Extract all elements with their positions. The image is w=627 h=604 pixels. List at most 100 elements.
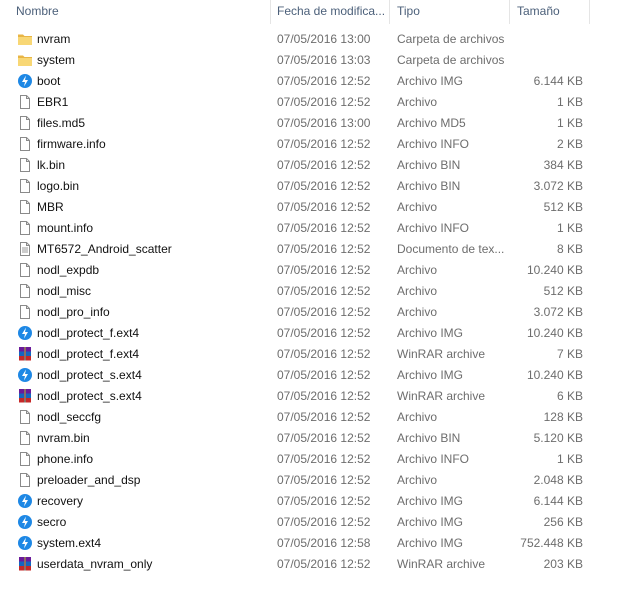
file-type: Archivo BIN (397, 158, 461, 172)
img-file-icon (17, 493, 33, 509)
column-header-type[interactable]: Tipo (391, 0, 507, 24)
file-icon (17, 94, 33, 110)
folder-icon (17, 52, 33, 68)
file-size (500, 29, 583, 50)
file-icon (17, 220, 33, 236)
file-row[interactable]: nvram.bin 07/05/2016 12:52 Archivo BIN 5.12… (0, 428, 627, 449)
file-date: 07/05/2016 12:52 (277, 305, 371, 319)
img-file-icon (17, 367, 33, 383)
file-size: 10.240 KB (526, 263, 583, 277)
file-name: recovery (37, 494, 84, 508)
file-type: WinRAR archive (397, 347, 486, 361)
file-name: nodl_seccfg (37, 410, 102, 424)
file-name: nodl_expdb (37, 263, 100, 277)
file-row[interactable]: MBR 07/05/2016 12:52 Archivo 512 KB (0, 197, 627, 218)
file-row[interactable]: firmware.info 07/05/2016 12:52 Archivo INF… (0, 134, 627, 155)
file-size: 1 KB (556, 95, 583, 109)
file-name: nodl_protect_f.ext4 (37, 347, 140, 361)
file-date: 07/05/2016 12:52 (277, 263, 371, 277)
file-row[interactable]: secro 07/05/2016 12:52 Archivo IMG 256 KB (0, 512, 627, 533)
file-row[interactable]: mount.info 07/05/2016 12:52 Archivo INFO 1 … (0, 218, 627, 239)
winrar-icon (17, 388, 33, 404)
file-row[interactable]: nodl_misc 07/05/2016 12:52 Archivo 512 KB (0, 281, 627, 302)
file-date: 07/05/2016 12:52 (277, 431, 371, 445)
file-date: 07/05/2016 12:52 (277, 242, 371, 256)
column-header-date[interactable]: Fecha de modifica... (271, 0, 389, 24)
file-row[interactable]: nodl_protect_f.ext4 07/05/2016 12:52 Archi… (0, 323, 627, 344)
file-size: 6.144 KB (533, 494, 583, 508)
file-row[interactable]: nodl_seccfg 07/05/2016 12:52 Archivo 128 KB (0, 407, 627, 428)
file-name: lk.bin (37, 158, 66, 172)
file-type: WinRAR archive (397, 389, 486, 403)
file-name: phone.info (37, 452, 94, 466)
file-name: nodl_protect_f.ext4 (37, 326, 140, 340)
file-type: Archivo (397, 284, 438, 298)
file-name: userdata_nvram_only (37, 557, 153, 571)
file-size: 512 KB (543, 200, 583, 214)
file-row[interactable]: logo.bin 07/05/2016 12:52 Archivo BIN 3.072… (0, 176, 627, 197)
file-row[interactable]: nodl_protect_s.ext4 07/05/2016 12:52 WinRA… (0, 386, 627, 407)
file-type: Carpeta de archivos (397, 32, 505, 46)
column-divider[interactable] (509, 0, 510, 24)
file-row[interactable]: boot 07/05/2016 12:52 Archivo IMG 6.144 KB (0, 71, 627, 92)
file-row[interactable]: system.ext4 07/05/2016 12:58 Archivo IMG 75… (0, 533, 627, 554)
img-file-icon (17, 325, 33, 341)
file-row[interactable]: phone.info 07/05/2016 12:52 Archivo INFO 1 … (0, 449, 627, 470)
file-row[interactable]: files.md5 07/05/2016 13:00 Archivo MD5 1 KB (0, 113, 627, 134)
file-row[interactable]: nodl_protect_s.ext4 07/05/2016 12:52 Archi… (0, 365, 627, 386)
column-header-name[interactable]: Nombre (10, 0, 268, 24)
folder-icon (17, 31, 33, 47)
winrar-icon (17, 556, 33, 572)
file-row[interactable]: nodl_expdb 07/05/2016 12:52 Archivo 10.240 … (0, 260, 627, 281)
column-divider[interactable] (589, 0, 590, 24)
file-type: Archivo (397, 95, 438, 109)
file-name: firmware.info (37, 137, 106, 151)
file-size: 5.120 KB (533, 431, 583, 445)
file-date: 07/05/2016 12:52 (277, 95, 371, 109)
file-type: Archivo (397, 305, 438, 319)
file-date: 07/05/2016 12:52 (277, 221, 371, 235)
file-date: 07/05/2016 12:52 (277, 473, 371, 487)
file-size: 2 KB (556, 137, 583, 151)
file-size: 10.240 KB (526, 326, 583, 340)
file-type: Carpeta de archivos (397, 53, 505, 67)
file-row[interactable]: nvram 07/05/2016 13:00 Carpeta de archivos (0, 29, 627, 50)
file-row[interactable]: lk.bin 07/05/2016 12:52 Archivo BIN 384 KB (0, 155, 627, 176)
file-date: 07/05/2016 12:52 (277, 557, 371, 571)
file-date: 07/05/2016 12:52 (277, 200, 371, 214)
file-size: 1 KB (556, 221, 583, 235)
file-row[interactable]: MT6572_Android_scatter 07/05/2016 12:52 Do… (0, 239, 627, 260)
file-row[interactable]: system 07/05/2016 13:03 Carpeta de archivo… (0, 50, 627, 71)
file-row[interactable]: userdata_nvram_only 07/05/2016 12:52 WinRA… (0, 554, 627, 575)
file-icon (17, 472, 33, 488)
file-type: Archivo INFO (397, 452, 470, 466)
file-row[interactable]: recovery 07/05/2016 12:52 Archivo IMG 6.144… (0, 491, 627, 512)
file-size: 203 KB (543, 557, 583, 571)
file-date: 07/05/2016 13:00 (277, 116, 371, 130)
file-name: nodl_protect_s.ext4 (37, 389, 142, 403)
file-icon (17, 262, 33, 278)
file-icon (17, 430, 33, 446)
file-date: 07/05/2016 12:52 (277, 158, 371, 172)
file-date: 07/05/2016 12:52 (277, 179, 371, 193)
file-size (500, 50, 583, 71)
file-size: 512 KB (543, 284, 583, 298)
file-icon (17, 178, 33, 194)
file-row[interactable]: preloader_and_dsp 07/05/2016 12:52 Archivo… (0, 470, 627, 491)
file-row[interactable]: EBR1 07/05/2016 12:52 Archivo 1 KB (0, 92, 627, 113)
file-size: 3.072 KB (533, 179, 583, 193)
column-divider[interactable] (389, 0, 390, 24)
file-name: boot (37, 74, 61, 88)
file-size: 6 KB (556, 389, 583, 403)
file-size: 6.144 KB (533, 74, 583, 88)
file-icon (17, 451, 33, 467)
file-icon (17, 304, 33, 320)
column-header-size[interactable]: Tamaño (511, 0, 589, 24)
winrar-icon (17, 346, 33, 362)
img-file-icon (17, 514, 33, 530)
file-row[interactable]: nodl_protect_f.ext4 07/05/2016 12:52 WinRA… (0, 344, 627, 365)
file-name: preloader_and_dsp (37, 473, 141, 487)
file-name: system.ext4 (37, 536, 102, 550)
file-row[interactable]: nodl_pro_info 07/05/2016 12:52 Archivo 3.07… (0, 302, 627, 323)
file-list: nvram 07/05/2016 13:00 Carpeta de archivos… (0, 29, 627, 575)
